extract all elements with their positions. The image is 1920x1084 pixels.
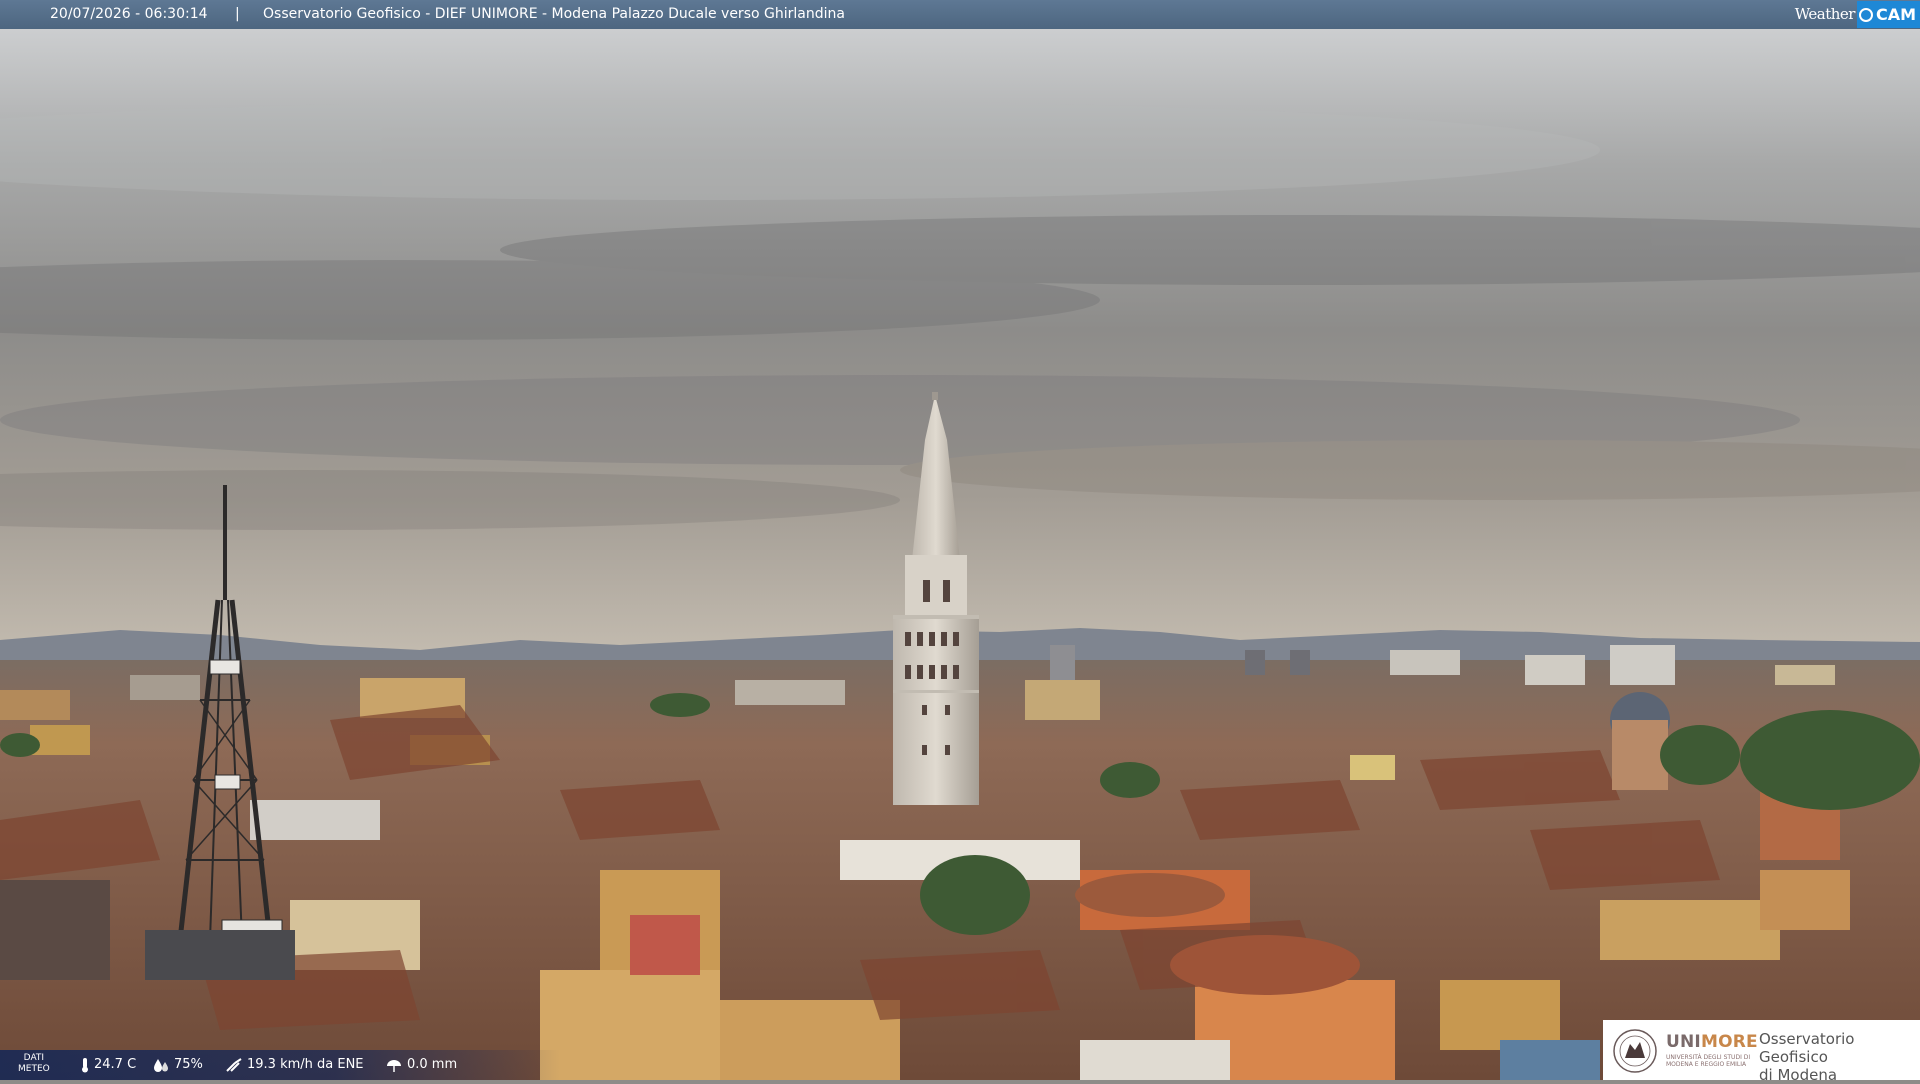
brand-cam-badge: CAM	[1856, 1, 1920, 28]
unimore-uni: UNI	[1666, 1032, 1701, 1052]
humidity-readout: 75%	[152, 1057, 203, 1073]
dome-orange	[1075, 873, 1225, 917]
unimore-subtitle-2: MODENA E REGGIO EMILIA	[1666, 1061, 1747, 1068]
rain-value: 0.0 mm	[407, 1057, 458, 1072]
meteo-label: DATI METEO	[18, 1053, 50, 1075]
timestamp: 20/07/2026 - 06:30:14	[50, 6, 208, 22]
thermometer-icon	[82, 1058, 88, 1073]
caption-bar: 20/07/2026 - 06:30:14 | Osservatorio Geo…	[0, 0, 1920, 29]
unimore-subtitle-1: UNIVERSITÀ DEGLI STUDI DI	[1666, 1054, 1751, 1061]
humidity-drops-icon	[154, 1059, 168, 1072]
webcam-photo	[0, 0, 1920, 1080]
observatory-name-2: di Modena	[1759, 1066, 1838, 1084]
wind-readout: 19.3 km/h da ENE	[225, 1057, 364, 1073]
temperature-readout: 24.7 C	[80, 1057, 136, 1073]
wind-icon	[226, 1058, 242, 1072]
rain-icon	[387, 1060, 401, 1072]
camera-lens-icon	[1858, 7, 1873, 22]
weather-data-strip: DATI METEO 24.7 C 75% 19.3 km/h da ENE 0…	[0, 1050, 560, 1080]
weathercam-logo: Weather CAM	[1795, 0, 1920, 29]
humidity-value: 75%	[174, 1057, 203, 1072]
unimore-wordmark: UNIMORE	[1666, 1032, 1758, 1052]
camera-title: Osservatorio Geofisico - DIEF UNIMORE - …	[263, 6, 845, 22]
brand-weather: Weather	[1794, 5, 1856, 23]
meteo-label-line2: METEO	[18, 1064, 50, 1074]
dome-front	[1170, 935, 1360, 995]
rain-readout: 0.0 mm	[385, 1057, 457, 1073]
observatory-name: Osservatorio Geofisico di Modena	[1759, 1030, 1920, 1084]
unimore-logo-box: UNIMORE UNIVERSITÀ DEGLI STUDI DI MODENA…	[1603, 1020, 1920, 1084]
wind-value: 19.3 km/h da ENE	[247, 1057, 364, 1072]
university-seal-icon	[1613, 1029, 1657, 1073]
unimore-more: MORE	[1700, 1032, 1758, 1052]
observatory-name-1: Osservatorio Geofisico	[1759, 1030, 1855, 1066]
meteo-label-line1: DATI	[23, 1053, 45, 1063]
unimore-subtitle: UNIVERSITÀ DEGLI STUDI DI MODENA E REGGI…	[1666, 1054, 1750, 1068]
temperature-value: 24.7 C	[94, 1057, 137, 1072]
caption-separator: |	[235, 6, 240, 22]
brand-cam: CAM	[1875, 5, 1916, 24]
